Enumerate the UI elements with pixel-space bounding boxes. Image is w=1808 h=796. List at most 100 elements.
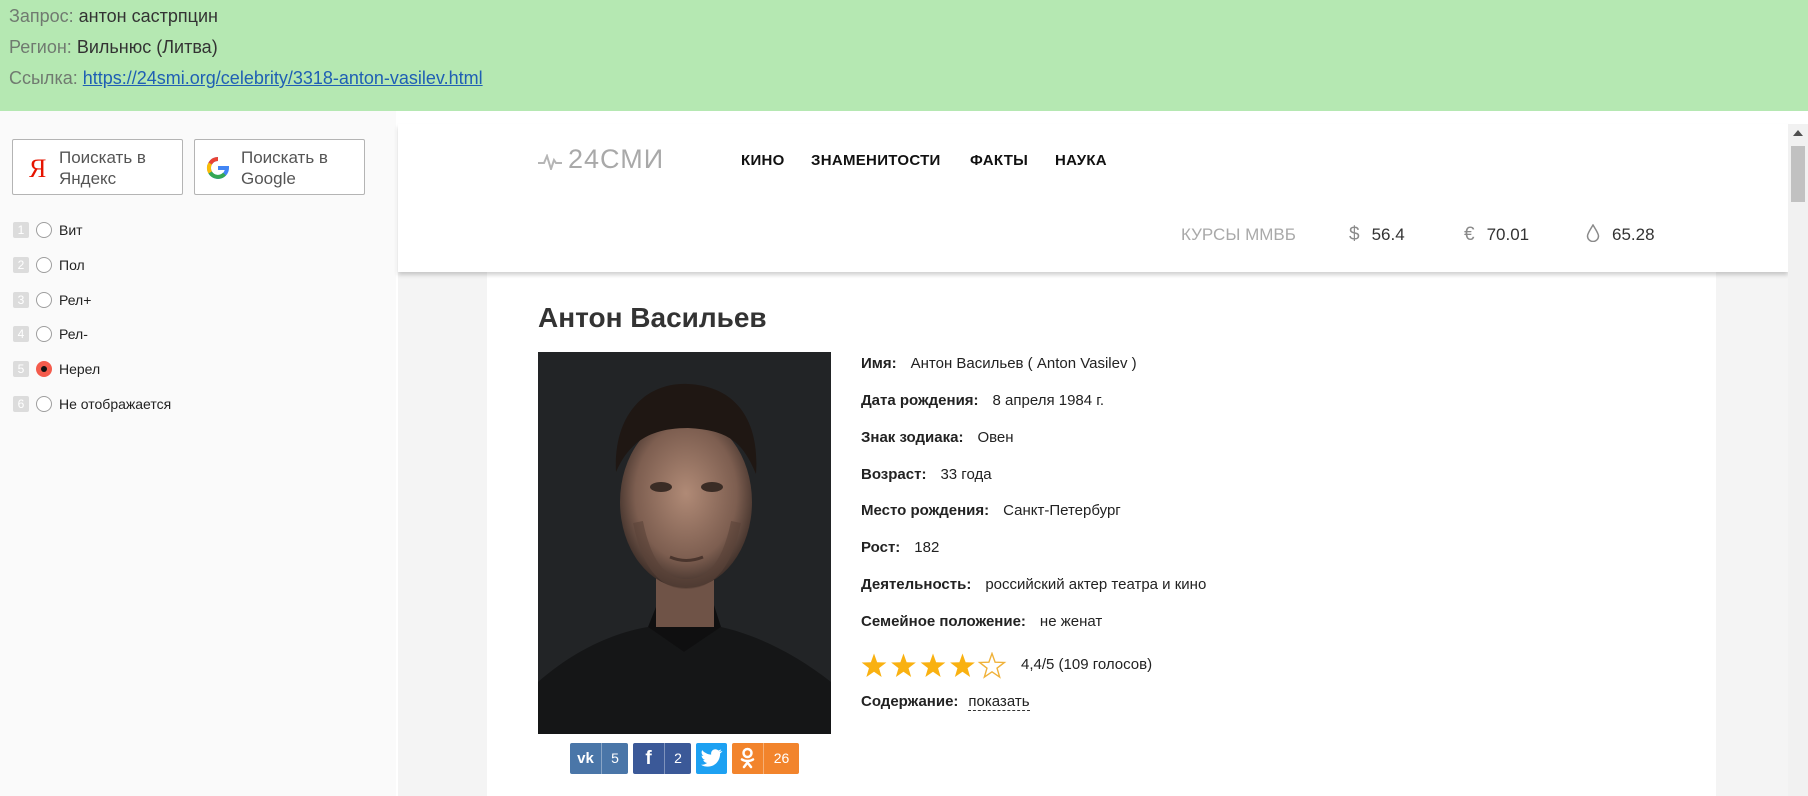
scroll-thumb[interactable] [1791, 146, 1805, 202]
option-label: Рел+ [59, 292, 92, 308]
option-number: 1 [13, 222, 29, 238]
logo-text: 24СМИ [568, 144, 665, 174]
content-show-link[interactable]: показать [968, 693, 1030, 711]
option-label: Нерел [59, 361, 101, 377]
info-value: российский актер театра и кино [985, 576, 1207, 593]
option-radio-selected[interactable] [36, 361, 52, 377]
info-label: Рост: [861, 539, 901, 556]
info-label: Дата рождения: [861, 392, 979, 409]
assessment-panel: Я Поискать в Яндекс Поискать в Google 1 … [0, 111, 396, 796]
odnoklassniki-icon [740, 747, 755, 769]
content-toggle-row: Содержание: показать [861, 693, 1030, 711]
info-name: Имя: Антон Васильев ( Anton Vasilev ) [861, 355, 1137, 372]
site-header: 24СМИ КИНО ЗНАМЕНИТОСТИ ФАКТЫ НАУКА КУРС… [398, 124, 1788, 272]
info-zodiac: Знак зодиака: Овен [861, 429, 1014, 446]
oil-drop-icon [1586, 223, 1600, 243]
info-label: Семейное положение: [861, 613, 1026, 630]
info-label: Место рождения: [861, 502, 990, 519]
region-value: Вильнюс (Литва) [76, 37, 218, 57]
scroll-up-arrow-icon[interactable] [1793, 130, 1803, 136]
info-value: Санкт-Петербург [1003, 502, 1121, 519]
info-value: Антон Васильев ( Anton Vasilev ) [910, 355, 1137, 372]
pulse-icon [538, 154, 562, 170]
rate-eur-value: 70.01 [1486, 225, 1530, 244]
option-label: Пол [59, 257, 85, 273]
option-number: 6 [13, 396, 29, 412]
facebook-share-button[interactable]: f 2 [633, 743, 691, 774]
option-number: 2 [13, 257, 29, 273]
vk-share-count: 5 [601, 743, 628, 774]
option-radio[interactable] [36, 257, 52, 273]
info-value: 8 апреля 1984 г. [992, 392, 1105, 409]
info-value: Овен [977, 429, 1014, 446]
info-birthdate: Дата рождения: 8 апреля 1984 г. [861, 392, 1104, 409]
nav-kino[interactable]: КИНО [741, 152, 785, 169]
info-value: не женат [1039, 613, 1103, 630]
star-filled-icon[interactable] [891, 653, 916, 678]
euro-icon: € [1464, 224, 1475, 245]
dollar-icon: $ [1349, 224, 1360, 245]
vk-icon: vk [577, 750, 594, 767]
info-label: Имя: [861, 355, 897, 372]
info-label: Возраст: [861, 466, 927, 483]
odnoklassniki-share-count: 26 [763, 743, 799, 774]
rating-stars[interactable] [860, 652, 1010, 680]
info-birthplace: Место рождения: Санкт-Петербург [861, 502, 1121, 519]
page-scrollbar[interactable] [1788, 124, 1808, 796]
star-empty-icon[interactable] [977, 652, 1007, 679]
star-filled-icon[interactable] [920, 653, 946, 678]
option-label: Рел- [59, 326, 88, 342]
result-link[interactable]: https://24smi.org/celebrity/3318-anton-v… [83, 68, 483, 88]
query-label: Запрос: [9, 6, 74, 26]
link-row: Ссылка: https://24smi.org/celebrity/3318… [9, 67, 483, 89]
rate-oil: 65.28 [1586, 223, 1655, 245]
info-value: 182 [914, 539, 940, 556]
google-search-label: Поискать в Google [241, 148, 328, 188]
star-filled-icon[interactable] [950, 653, 975, 678]
yandex-search-button[interactable]: Я Поискать в Яндекс [12, 139, 183, 195]
info-occupation: Деятельность: российский актер театра и к… [861, 576, 1206, 593]
info-label: Деятельность: [861, 576, 972, 593]
info-value: 33 года [940, 466, 992, 483]
rate-usd: $56.4 [1349, 224, 1405, 246]
option-radio[interactable] [36, 292, 52, 308]
svg-text:Я: Я [29, 154, 46, 182]
option-number: 4 [13, 326, 29, 342]
region-row: Регион: Вильнюс (Литва) [9, 36, 218, 58]
rates-label: КУРСЫ ММВБ [1181, 225, 1296, 244]
region-label: Регион: [9, 37, 72, 57]
vk-share-button[interactable]: vk 5 [570, 743, 628, 774]
option-radio[interactable] [36, 222, 52, 238]
odnoklassniki-share-button[interactable]: 26 [732, 743, 799, 774]
google-icon [207, 156, 230, 179]
yandex-icon: Я [29, 154, 46, 182]
celebrity-photo [538, 352, 831, 734]
google-search-button[interactable]: Поискать в Google [194, 139, 365, 195]
page-title: Антон Васильев [538, 302, 767, 333]
star-filled-icon[interactable] [861, 653, 887, 678]
rate-eur: €70.01 [1464, 224, 1529, 246]
twitter-icon [701, 749, 723, 767]
nav-science[interactable]: НАУКА [1055, 152, 1107, 169]
rating-text: 4,4/5 (109 голосов) [1021, 656, 1153, 673]
option-number: 3 [13, 292, 29, 308]
option-label: Не отображается [59, 396, 172, 412]
option-radio[interactable] [36, 396, 52, 412]
option-number: 5 [13, 361, 29, 377]
link-label: Ссылка: [9, 68, 78, 88]
rate-oil-value: 65.28 [1612, 225, 1655, 244]
info-height: Рост: 182 [861, 539, 939, 556]
twitter-share-button[interactable] [696, 743, 727, 774]
nav-facts[interactable]: ФАКТЫ [970, 152, 1028, 169]
option-radio[interactable] [36, 326, 52, 342]
query-value: антон састрпцин [78, 6, 218, 26]
info-marital-status: Семейное положение: не женат [861, 613, 1102, 630]
option-label: Вит [59, 222, 83, 238]
portrait-image [538, 352, 831, 734]
content-label: Содержание: [861, 693, 959, 710]
query-row: Запрос: антон састрпцин [9, 5, 218, 27]
query-info-bar: Запрос: антон састрпцин Регион: Вильнюс … [0, 0, 1808, 111]
nav-celebrities[interactable]: ЗНАМЕНИТОСТИ [811, 152, 941, 169]
facebook-icon: f [645, 748, 652, 769]
info-label: Знак зодиака: [861, 429, 964, 446]
